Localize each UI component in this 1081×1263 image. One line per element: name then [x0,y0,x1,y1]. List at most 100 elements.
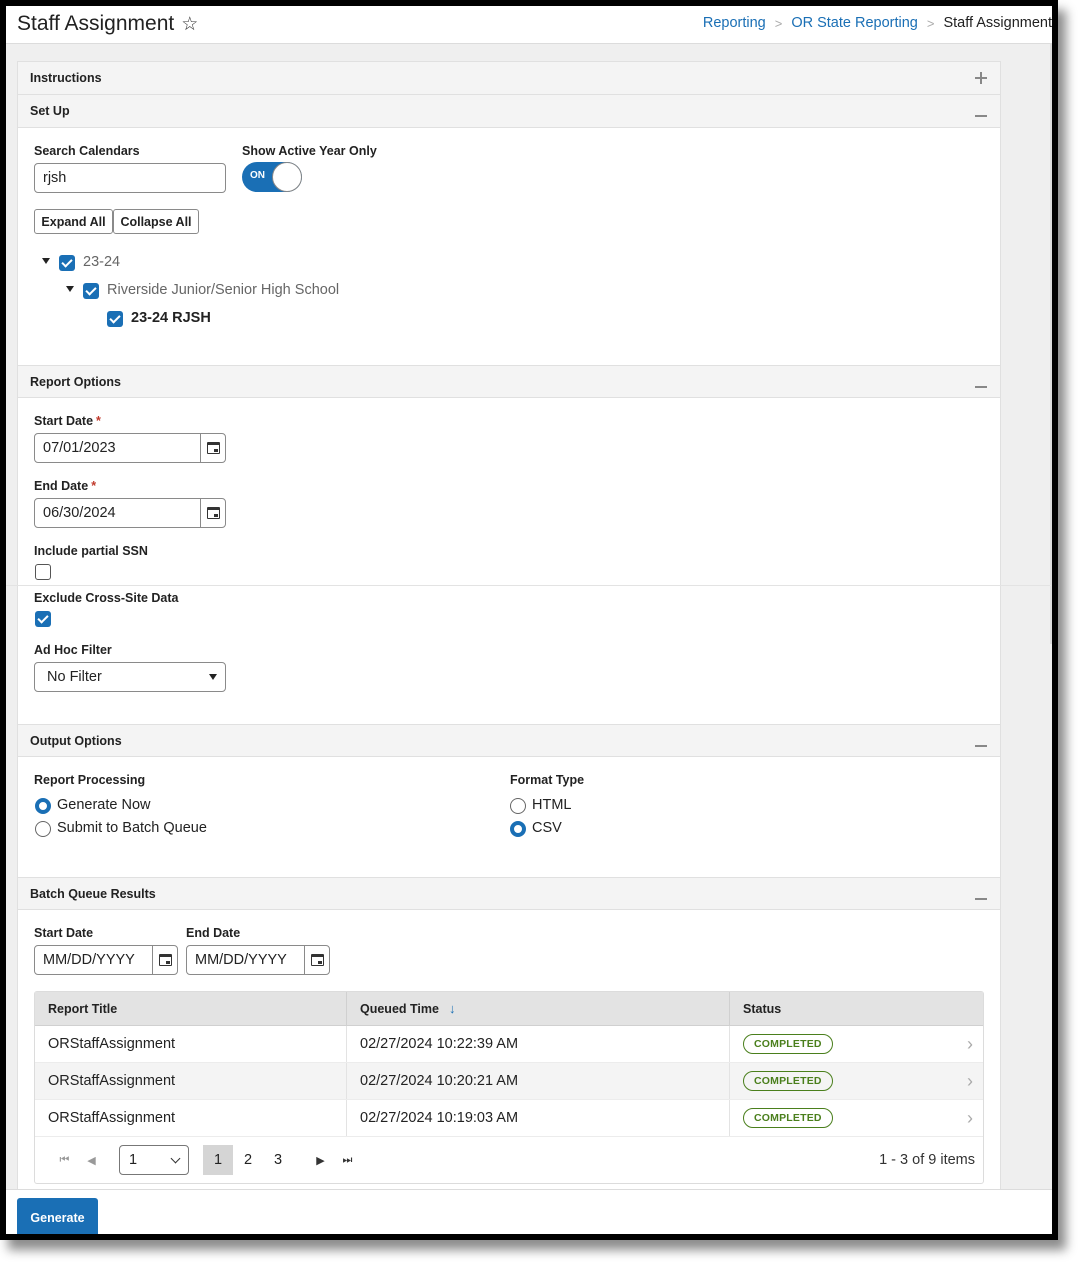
page-select-value: 1 [129,1152,138,1168]
page-title-text: Staff Assignment [17,12,175,35]
star-outline-icon[interactable]: ☆ [181,13,198,36]
calendar-icon[interactable] [200,434,225,462]
breadcrumb-or-state-reporting[interactable]: OR State Reporting [791,15,918,31]
last-page-icon[interactable]: ⏭ [334,1154,361,1167]
tree-item-year[interactable]: 23-24 [83,254,120,270]
chevron-right-icon[interactable]: › [967,1071,973,1092]
generate-now-label[interactable]: Generate Now [57,797,151,813]
status-badge: COMPLETED [743,1071,833,1091]
calendar-icon[interactable] [304,946,329,974]
section-output-options-header[interactable]: Output Options [18,724,1000,757]
window-frame: Staff Assignment ☆ Reporting > OR State … [0,0,1058,1240]
page-select[interactable]: 1 [119,1145,189,1175]
batch-end-date-placeholder[interactable]: MM/DD/YYYY [187,946,304,974]
caret-down-icon [209,674,217,680]
tree-checkbox-school[interactable] [83,283,99,299]
calendar-icon[interactable] [152,946,177,974]
scrollbar[interactable] [1050,44,1052,644]
chevron-right-icon: > [774,15,783,31]
minus-icon[interactable] [974,102,988,120]
batch-start-date-placeholder[interactable]: MM/DD/YYYY [35,946,152,974]
csv-label[interactable]: CSV [532,820,562,836]
section-instructions-header[interactable]: Instructions [18,62,1000,95]
end-date-field[interactable]: 06/30/2024 [34,498,226,528]
caret-down-icon[interactable] [66,286,74,292]
table-row[interactable]: ORStaffAssignment 02/27/2024 10:19:03 AM… [35,1100,983,1137]
section-title: Set Up [30,104,70,118]
column-header-queued-time[interactable]: Queued Time ↓ [347,992,730,1025]
show-active-year-toggle[interactable]: ON [242,162,302,192]
required-marker: * [96,414,101,428]
toggle-knob [272,162,302,192]
html-label[interactable]: HTML [532,797,571,813]
search-calendars-label: Search Calendars [34,144,140,158]
breadcrumb-reporting[interactable]: Reporting [703,15,766,31]
required-marker: * [91,479,97,493]
chevron-down-icon [170,1153,181,1163]
tree-item-calendar[interactable]: 23-24 RJSH [131,310,211,326]
minus-icon[interactable] [974,885,988,903]
cell-status: COMPLETED › [730,1100,983,1136]
generate-now-radio[interactable] [35,798,51,814]
section-setup-body: Search Calendars rjsh Show Active Year O… [18,128,1000,365]
sort-descending-icon: ↓ [448,1001,456,1016]
section-report-options-body: Start Date * 07/01/2023 End Date * 06/30/2… [6,398,1051,724]
start-date-field[interactable]: 07/01/2023 [34,433,226,463]
plus-icon[interactable] [974,69,988,87]
section-batch-queue-header[interactable]: Batch Queue Results [18,877,1000,910]
cell-queued-time: 02/27/2024 10:20:21 AM [347,1063,730,1099]
cell-status: COMPLETED › [730,1063,983,1099]
submit-batch-label[interactable]: Submit to Batch Queue [57,820,207,836]
section-report-options-header[interactable]: Report Options [18,365,1000,398]
chevron-right-icon[interactable]: › [967,1108,973,1129]
page-1-button[interactable]: 1 [203,1145,233,1175]
collapse-all-button[interactable]: Collapse All [113,209,199,234]
start-date-label: Start Date * [34,414,101,428]
report-processing-label: Report Processing [34,773,146,787]
batch-start-date-field[interactable]: MM/DD/YYYY [34,945,178,975]
cell-queued-time: 02/27/2024 10:19:03 AM [347,1100,730,1136]
tree-checkbox-calendar[interactable] [107,311,123,327]
cross-site-checkbox[interactable] [35,611,51,627]
first-page-icon[interactable]: ⏮ [51,1154,78,1167]
section-title: Output Options [30,733,122,748]
breadcrumb-current: Staff Assignment [943,15,1052,31]
chevron-right-icon[interactable]: › [967,1034,973,1055]
cell-report-title: ORStaffAssignment [35,1026,347,1062]
cross-site-label: Exclude Cross-Site Data [34,591,179,605]
batch-end-date-field[interactable]: MM/DD/YYYY [186,945,330,975]
submit-batch-radio[interactable] [35,821,51,837]
column-header-status[interactable]: Status [730,992,983,1025]
previous-page-icon[interactable]: ◀ [78,1154,105,1167]
html-radio[interactable] [510,798,526,814]
calendar-icon[interactable] [200,499,225,527]
toggle-state: ON [250,170,265,181]
page-3-button[interactable]: 3 [263,1145,293,1175]
page-2-button[interactable]: 2 [233,1145,263,1175]
start-date-value[interactable]: 07/01/2023 [35,434,200,462]
minus-icon[interactable] [974,373,988,391]
table-header: Report Title Queued Time ↓ Status [35,992,983,1026]
section-batch-queue-body: Start Date MM/DD/YYYY End Date MM/DD/YYY… [18,910,1000,1210]
tree-checkbox-year[interactable] [59,255,75,271]
next-page-icon[interactable]: ▶ [307,1154,334,1167]
cell-report-title: ORStaffAssignment [35,1063,347,1099]
adhoc-filter-select[interactable]: No Filter [34,662,226,692]
csv-radio[interactable] [510,821,526,837]
end-date-value[interactable]: 06/30/2024 [35,499,200,527]
generate-button[interactable]: Generate [17,1198,98,1234]
search-calendars-input[interactable]: rjsh [34,163,226,193]
tree-item-school[interactable]: Riverside Junior/Senior High School [107,282,339,298]
caret-down-icon[interactable] [42,258,50,264]
divider [6,585,1051,586]
expand-all-button[interactable]: Expand All [34,209,113,234]
section-setup-header[interactable]: Set Up [18,95,1000,128]
adhoc-filter-label: Ad Hoc Filter [34,643,112,657]
minus-icon[interactable] [974,732,988,750]
report-card: Instructions Set Up Search Calendars rjs… [6,61,1051,1201]
partial-ssn-checkbox[interactable] [35,564,51,580]
scroll-gutter [1001,44,1052,1194]
column-header-report-title[interactable]: Report Title [35,992,347,1025]
table-row[interactable]: ORStaffAssignment 02/27/2024 10:20:21 AM… [35,1063,983,1100]
table-row[interactable]: ORStaffAssignment 02/27/2024 10:22:39 AM… [35,1026,983,1063]
